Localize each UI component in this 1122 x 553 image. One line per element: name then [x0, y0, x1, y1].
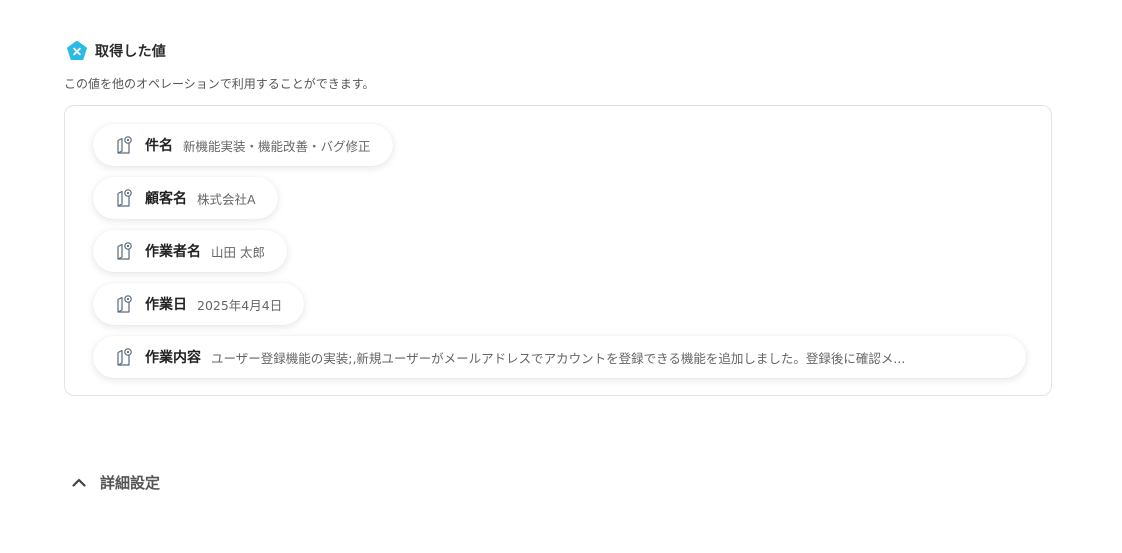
advanced-settings-label: 詳細設定: [100, 474, 161, 492]
field-key: 作業日: [145, 297, 187, 313]
document-link-icon: [117, 242, 132, 260]
section-title: 取得した値: [95, 44, 166, 60]
field-value: 山田 太郎: [211, 244, 265, 260]
field-value: ユーザー登録機能の実装;,新規ユーザーがメールアドレスでアカウントを登録できる機…: [211, 350, 906, 366]
field-value: 新機能実装・機能改善・バグ修正: [183, 138, 371, 154]
value-pill-customer[interactable]: 顧客名 株式会社A: [93, 177, 278, 219]
value-pill-work-date[interactable]: 作業日 2025年4月4日: [93, 283, 305, 325]
field-key: 作業者名: [145, 244, 201, 260]
advanced-settings-toggle[interactable]: 詳細設定: [70, 472, 160, 493]
document-link-icon: [117, 189, 132, 207]
section-header: 取得した値: [66, 40, 166, 62]
x-badge-icon: [67, 40, 87, 60]
value-pill-subject[interactable]: 件名 新機能実装・機能改善・バグ修正: [93, 124, 393, 166]
document-link-icon: [117, 136, 132, 154]
field-value: 株式会社A: [197, 191, 256, 207]
document-link-icon: [117, 348, 132, 366]
value-pill-worker[interactable]: 作業者名 山田 太郎: [93, 230, 287, 272]
field-value: 2025年4月4日: [197, 297, 283, 313]
field-key: 件名: [145, 138, 173, 154]
page: 取得した値 この値を他のオペレーションで利用することができます。 件名 新機能実…: [0, 0, 1122, 553]
document-link-icon: [117, 295, 132, 313]
values-panel: 件名 新機能実装・機能改善・バグ修正 顧客名 株式会社A 作業者名 山田 太郎: [64, 105, 1052, 396]
value-pill-work-content[interactable]: 作業内容 ユーザー登録機能の実装;,新規ユーザーがメールアドレスでアカウントを登…: [93, 336, 1026, 378]
field-key: 顧客名: [145, 191, 187, 207]
section-description: この値を他のオペレーションで利用することができます。: [64, 77, 375, 91]
field-key: 作業内容: [145, 350, 201, 366]
chevron-up-icon: [72, 478, 86, 487]
